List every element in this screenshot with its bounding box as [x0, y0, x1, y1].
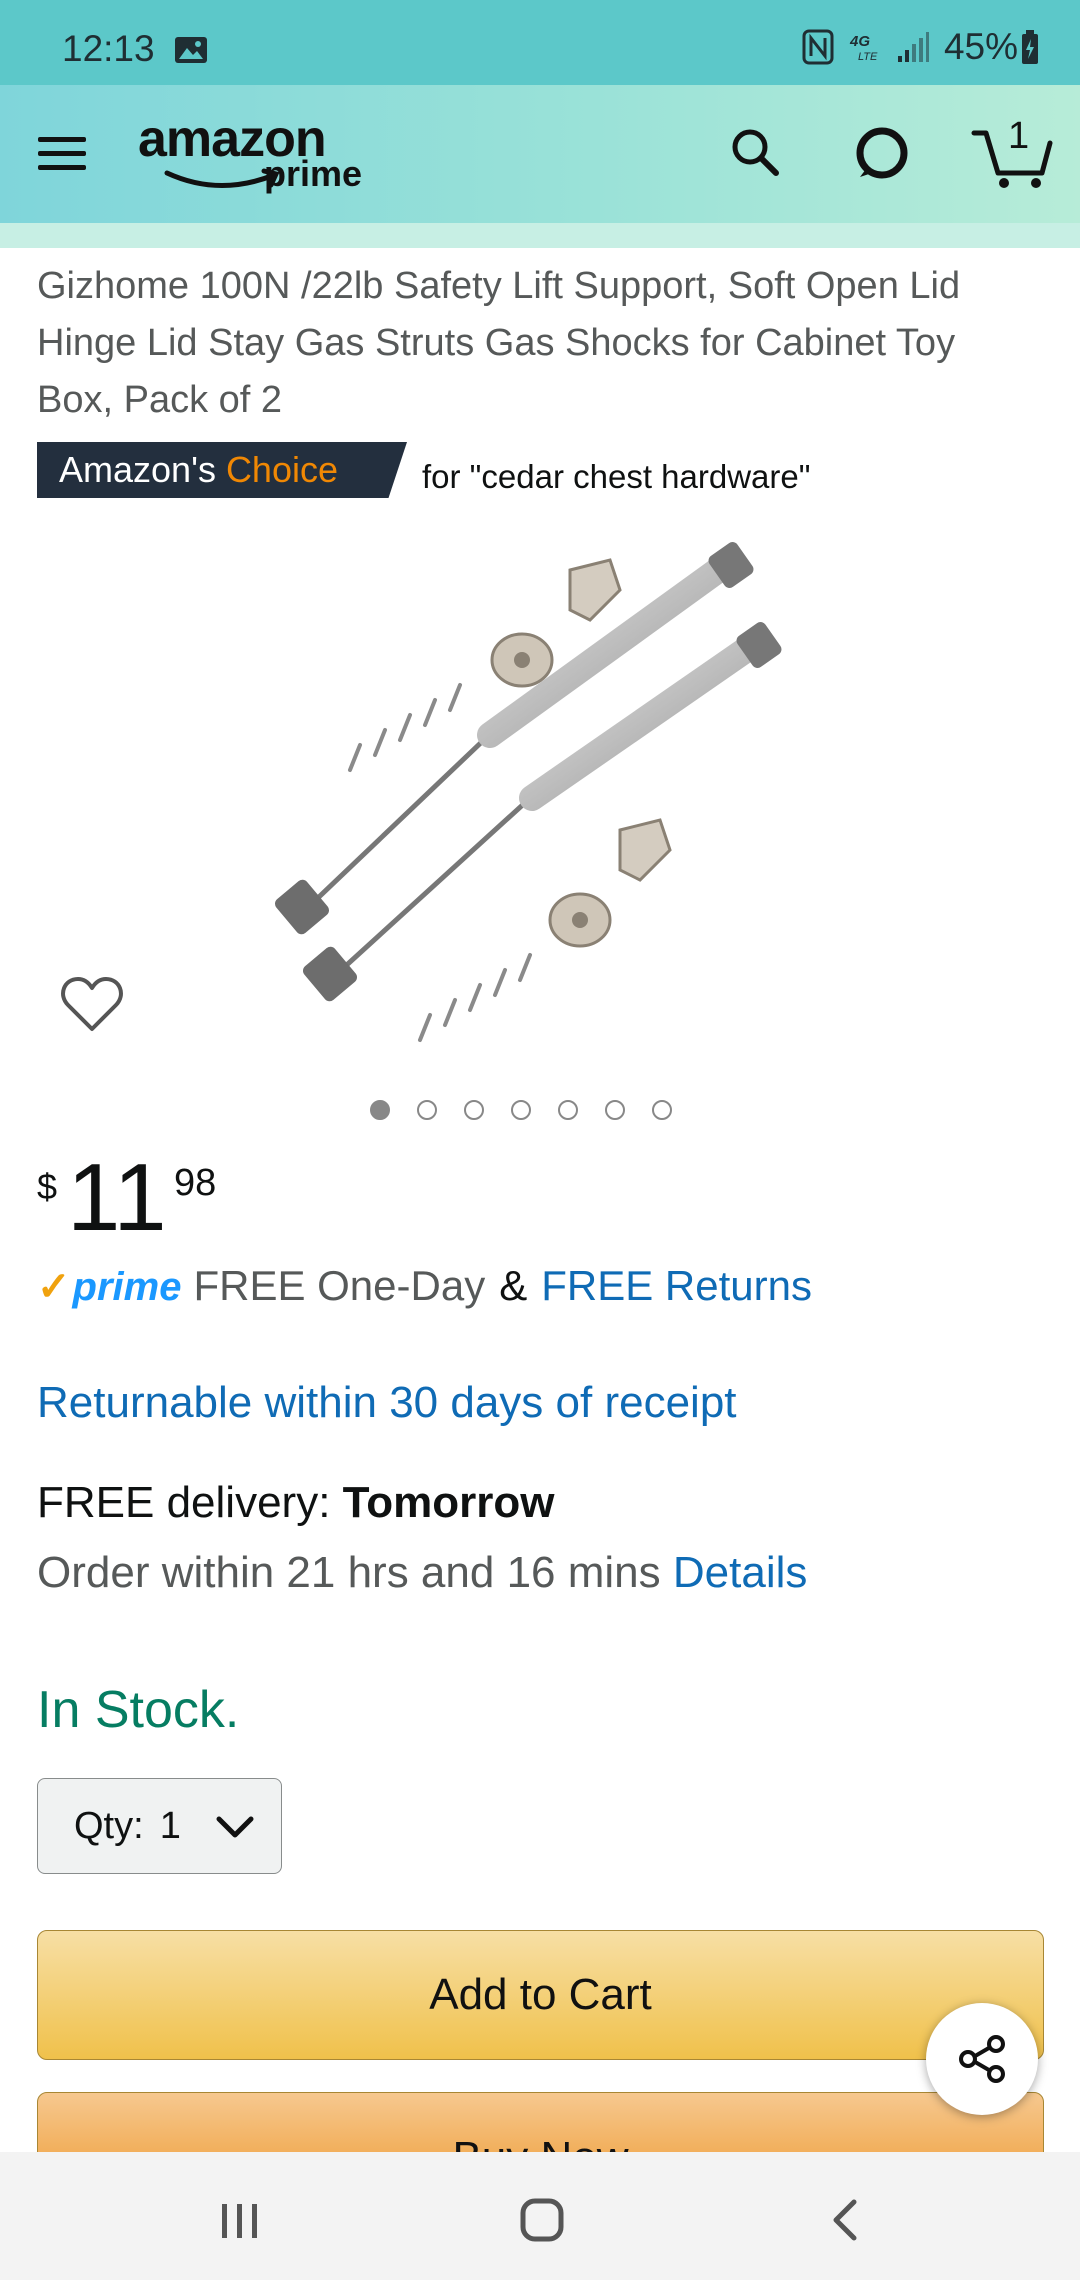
back-icon[interactable]: [826, 2196, 862, 2244]
app-header: amazon prime 1: [0, 85, 1080, 223]
stock-status: In Stock.: [37, 1681, 240, 1739]
prime-shipping-row: ✓ prime FREE One-Day & FREE Returns: [37, 1262, 812, 1310]
network-type-icon: 4G LTE: [848, 30, 882, 64]
delivery-prefix: FREE delivery:: [37, 1478, 331, 1527]
carousel-dot[interactable]: [558, 1100, 578, 1120]
badge-accent: Choice: [225, 449, 338, 490]
order-within-text: Order within 21 hrs and 16 mins: [37, 1548, 661, 1597]
cart-button[interactable]: 1: [970, 115, 1054, 191]
recent-apps-icon[interactable]: [218, 2200, 262, 2240]
battery-charging-icon: [1020, 29, 1040, 65]
amazon-prime-logo[interactable]: amazon prime: [136, 109, 386, 199]
prime-label: prime: [72, 1265, 182, 1309]
prime-check-icon: ✓: [37, 1265, 71, 1309]
alexa-icon[interactable]: [852, 123, 912, 183]
home-icon[interactable]: [518, 2196, 566, 2244]
system-nav-bar: [0, 2152, 1080, 2280]
returnable-link[interactable]: Returnable within 30 days of receipt: [37, 1378, 737, 1428]
heart-icon[interactable]: [60, 975, 124, 1035]
nfc-icon: [802, 29, 834, 65]
svg-text:4G: 4G: [849, 33, 870, 50]
carousel-dot[interactable]: [511, 1100, 531, 1120]
qty-label: Qty:: [74, 1804, 144, 1847]
logo-subtext: prime: [264, 153, 363, 194]
image-carousel-dots: [370, 1100, 672, 1120]
status-bar: 12:13 4G LTE 45%: [0, 0, 1080, 85]
price-whole: 11: [67, 1144, 167, 1251]
chevron-down-icon: [216, 1816, 254, 1838]
battery-percent: 45%: [943, 26, 1018, 67]
price-symbol: $: [37, 1166, 58, 1207]
qty-value: 1: [159, 1804, 181, 1847]
details-link[interactable]: Details: [673, 1548, 808, 1597]
status-indicators: 4G LTE 45%: [802, 26, 1040, 68]
shipping-amp: &: [499, 1262, 528, 1309]
share-button[interactable]: [926, 2003, 1038, 2115]
amazons-choice-badge[interactable]: Amazon's Choice: [37, 442, 407, 498]
delivery-day: Tomorrow: [342, 1478, 555, 1527]
search-icon[interactable]: [728, 125, 784, 181]
price-fraction: 98: [174, 1162, 217, 1204]
free-returns-link[interactable]: FREE Returns: [541, 1262, 812, 1310]
cart-count: 1: [1008, 115, 1030, 157]
header-divider: [0, 223, 1080, 248]
add-to-cart-button[interactable]: Add to Cart: [37, 1930, 1044, 2060]
hamburger-icon[interactable]: [36, 129, 88, 177]
carousel-dot[interactable]: [370, 1100, 390, 1120]
svg-text:LTE: LTE: [858, 51, 878, 63]
quantity-select[interactable]: Qty: 1: [37, 1778, 282, 1874]
product-title: Gizhome 100N /22lb Safety Lift Support, …: [37, 265, 961, 421]
signal-icon: [896, 30, 930, 64]
badge-query-text: for "cedar chest hardware": [422, 458, 811, 495]
carousel-dot[interactable]: [652, 1100, 672, 1120]
one-day-shipping: FREE One-Day: [193, 1262, 486, 1309]
order-cutoff: Order within 21 hrs and 16 mins Details: [37, 1548, 807, 1598]
carousel-dot[interactable]: [417, 1100, 437, 1120]
status-time: 12:13: [62, 28, 155, 69]
delivery-info: FREE delivery: Tomorrow: [37, 1478, 555, 1528]
share-icon: [959, 2035, 1005, 2083]
carousel-dot[interactable]: [464, 1100, 484, 1120]
gallery-notification-icon: [174, 36, 208, 64]
product-image[interactable]: [270, 530, 810, 1070]
carousel-dot[interactable]: [605, 1100, 625, 1120]
badge-prefix: Amazon's: [59, 449, 216, 490]
